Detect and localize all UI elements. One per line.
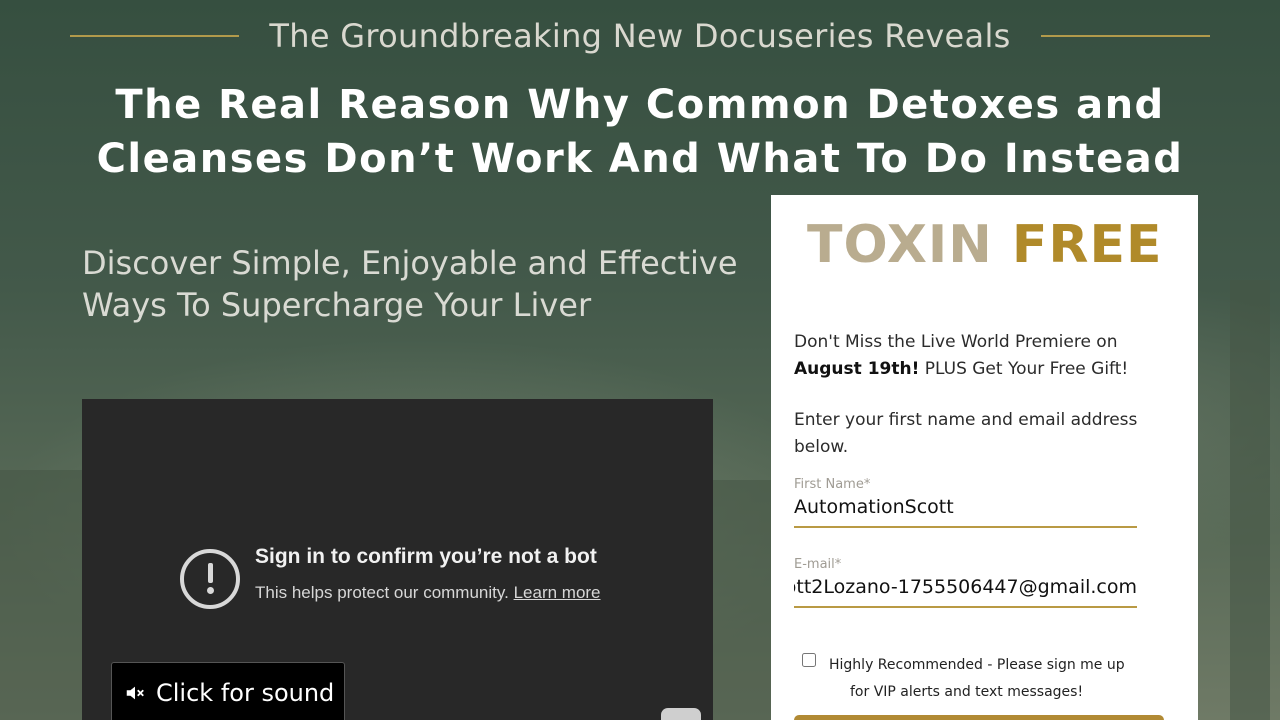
background-tower-right (1230, 280, 1270, 720)
eyebrow-text: The Groundbreaking New Docuseries Reveal… (269, 17, 1011, 55)
background-ruins-left (0, 470, 82, 720)
click-for-sound-label: Click for sound (156, 679, 335, 707)
youtube-icon[interactable] (661, 708, 701, 720)
logo-part-free: FREE (1011, 215, 1163, 275)
video-error-title: Sign in to confirm you’re not a bot (255, 545, 597, 568)
eyebrow-rule-right (1040, 35, 1211, 37)
first-name-label: First Name* (794, 477, 871, 492)
headline-line-2: Cleanses Don’t Work And What To Do Inste… (96, 136, 1184, 182)
signup-form-card: TOXIN FREE Don't Miss the Live World Pre… (771, 195, 1198, 720)
vip-alerts-checkbox[interactable] (802, 653, 816, 667)
video-player[interactable]: Sign in to confirm you’re not a bot This… (82, 399, 713, 720)
email-label: E-mail* (794, 557, 842, 572)
intro-suffix: PLUS Get Your Free Gift! (924, 359, 1129, 379)
intro-text: Don't Miss the Live World Premiere on (794, 332, 1118, 352)
consent-line-1: Highly Recommended - Please sign me up (829, 657, 1125, 673)
background-building-center (713, 480, 771, 720)
video-error-subtitle: This helps protect our community. Learn … (255, 583, 601, 603)
page-headline: The Real Reason Why Common Detoxes and C… (80, 78, 1200, 186)
consent-line-2: for VIP alerts and text messages! (850, 684, 1084, 700)
toxin-free-logo: TOXIN FREE (807, 215, 1163, 275)
email-field-group: E-mail* (794, 557, 1137, 608)
click-for-sound-button[interactable]: Click for sound (111, 662, 345, 720)
learn-more-link[interactable]: Learn more (514, 583, 601, 602)
eyebrow-heading: The Groundbreaking New Docuseries Reveal… (70, 14, 1211, 58)
video-error-message: This helps protect our community. (255, 583, 509, 602)
first-name-input[interactable] (794, 492, 1137, 528)
first-name-field-group: First Name* (794, 477, 1137, 528)
eyebrow-rule-left (70, 35, 240, 37)
premiere-date: August 19th! (794, 359, 920, 379)
headline-line-1: The Real Reason Why Common Detoxes and (115, 82, 1165, 128)
submit-button[interactable] (794, 715, 1164, 720)
alert-circle-icon (180, 549, 240, 609)
subheadline: Discover Simple, Enjoyable and Effective… (82, 244, 738, 324)
logo-part-toxin: TOXIN (807, 215, 993, 275)
email-input[interactable] (794, 572, 1137, 608)
premiere-intro: Don't Miss the Live World Premiere on Au… (794, 329, 1174, 383)
muted-speaker-icon (126, 686, 144, 700)
vip-consent-label: Highly Recommended - Please sign me up f… (829, 652, 1149, 706)
form-instructions: Enter your first name and email address … (794, 410, 1138, 457)
